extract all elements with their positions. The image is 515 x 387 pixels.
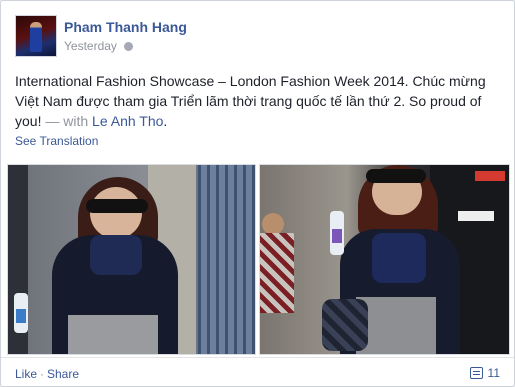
comment-icon <box>469 367 483 379</box>
see-translation-link[interactable]: See Translation <box>15 134 98 148</box>
comment-count: 11 <box>487 366 500 380</box>
comment-count-button[interactable]: 11 <box>469 366 500 380</box>
post-card: Pham Thanh Hang Yesterday International … <box>0 0 515 387</box>
share-button[interactable]: Share <box>47 367 79 381</box>
photo-2[interactable] <box>259 164 510 355</box>
globe-icon[interactable] <box>124 42 134 51</box>
author-name[interactable]: Pham Thanh Hang <box>64 19 187 35</box>
separator: · <box>40 367 44 381</box>
tagged-user-link[interactable]: Le Anh Tho <box>92 113 163 129</box>
with-label: — with <box>45 113 89 129</box>
status-end: . <box>163 113 168 129</box>
post-actions: Like · Share 11 <box>1 357 514 386</box>
post-meta: Yesterday <box>64 39 134 53</box>
status-text: International Fashion Showcase – London … <box>15 71 505 131</box>
like-button[interactable]: Like <box>15 367 37 381</box>
avatar[interactable] <box>15 15 57 57</box>
timestamp[interactable]: Yesterday <box>64 39 117 53</box>
photo-1[interactable] <box>7 164 256 355</box>
